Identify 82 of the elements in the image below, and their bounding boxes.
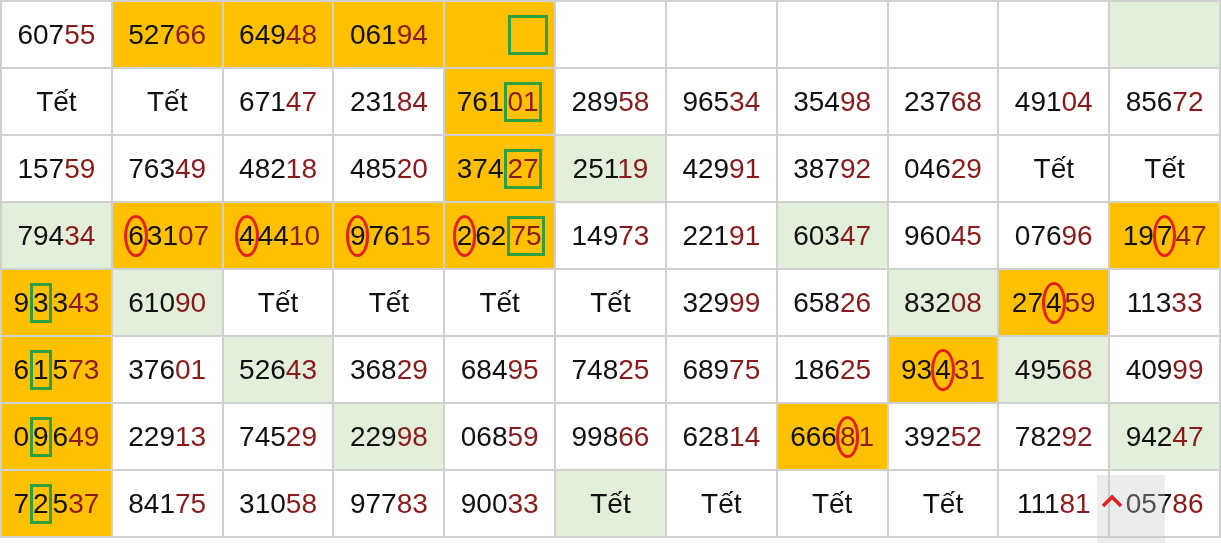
cell-text: 06194: [348, 17, 429, 52]
cell-text: 48218: [238, 151, 318, 186]
cell-text: Tết: [700, 486, 743, 521]
cell-text: 83208: [903, 285, 983, 320]
cell-text: Tết: [35, 84, 78, 119]
cell-text: 67147: [238, 84, 318, 119]
cell-text: 93431: [894, 347, 992, 392]
cell-text: 18625: [792, 352, 873, 387]
cell-text: 11181: [1015, 486, 1092, 521]
cell-text: 90033: [459, 486, 540, 521]
cell-text: 76101: [449, 79, 550, 124]
cell-text: 61090: [127, 285, 208, 320]
cell-text: 31058: [238, 486, 318, 521]
cell-text: 48520: [348, 151, 429, 186]
cell-text: 22191: [681, 218, 762, 253]
cell-text: 60755: [16, 17, 97, 52]
cell-text: 79434: [16, 218, 97, 253]
cell-text: 25119: [571, 151, 650, 186]
cell-text: Tết: [589, 285, 632, 320]
cell-text: 15759: [16, 151, 97, 186]
cell-text: 37601: [127, 352, 208, 387]
cell-text: 374 27: [449, 146, 550, 191]
cell-text: Tết: [921, 486, 965, 521]
cell-text: 7 2537: [6, 481, 107, 526]
cell-text: 35498: [792, 84, 873, 119]
caret-up-icon: [1101, 493, 1123, 509]
cell-text: 36829: [348, 352, 429, 387]
cell-text: 262 75: [446, 213, 553, 258]
cell-text: Tết: [146, 84, 189, 119]
cell-text: 52766: [127, 17, 208, 52]
cell-text: 07696: [1013, 218, 1094, 253]
cell-text: 60347: [792, 218, 873, 253]
cell-text: Tết: [256, 285, 300, 320]
cell-text: 63107: [118, 213, 217, 258]
cell-text: 97783: [348, 486, 429, 521]
cell-text: 44410: [229, 213, 327, 258]
cell-text: 64948: [238, 17, 318, 52]
cell-text: 96045: [903, 218, 983, 253]
cell-text: 05786: [1124, 486, 1205, 521]
cell-text: 68975: [681, 352, 762, 387]
cell-text: 0 9 649: [6, 414, 107, 459]
cell-text: 32999: [681, 285, 762, 320]
cell-text: 04629: [903, 151, 983, 186]
cell-text: 66681: [783, 414, 882, 459]
cell-text: 99866: [570, 419, 651, 454]
cell-text: 23768: [903, 84, 983, 119]
cell-text: 38792: [792, 151, 873, 186]
cell-text: 74529: [238, 419, 318, 454]
cell-text: 19747: [1115, 213, 1214, 258]
cell-text: 22998: [348, 419, 429, 454]
cell-text: 23184: [348, 84, 429, 119]
cell-text: 42991: [681, 151, 762, 186]
cell-text: 52643: [238, 352, 318, 387]
cell-text: 49568: [1013, 352, 1094, 387]
cell-text: 39252: [903, 419, 983, 454]
cell-text: Tết: [1143, 151, 1186, 186]
cell-text: 22913: [127, 419, 208, 454]
cell-text: 85672: [1124, 84, 1205, 119]
cell-text: 6 1573: [6, 347, 107, 392]
cell-text: 97615: [339, 213, 438, 258]
cell-text: 27459: [1004, 280, 1103, 325]
cell-text: Tết: [1032, 151, 1075, 186]
cell-text: Tết: [810, 486, 854, 521]
cell-text: 78292: [1013, 419, 1094, 454]
cell-text: 14973: [570, 218, 651, 253]
cell-text: 68495: [459, 352, 540, 387]
cell-text: 06859: [459, 419, 540, 454]
cell-text: 76349: [127, 151, 208, 186]
cell-text: 65826: [792, 285, 873, 320]
cell-text: 96534: [681, 84, 762, 119]
cell-text: 9 3343: [6, 280, 107, 325]
cell-text: 49104: [1013, 84, 1094, 119]
cell-text: Tết: [589, 486, 632, 521]
cell-text: 74825: [570, 352, 651, 387]
cell-text: 94247: [1124, 419, 1205, 454]
cell-text: 40999: [1124, 352, 1205, 387]
cell-text: 84175: [127, 486, 208, 521]
cell-text: 28958: [570, 84, 651, 119]
cell-text: Tết: [367, 285, 411, 320]
cell-text: Tết: [478, 285, 521, 320]
cell-text: 11333: [1125, 285, 1204, 320]
cell-text: 62814: [681, 419, 762, 454]
